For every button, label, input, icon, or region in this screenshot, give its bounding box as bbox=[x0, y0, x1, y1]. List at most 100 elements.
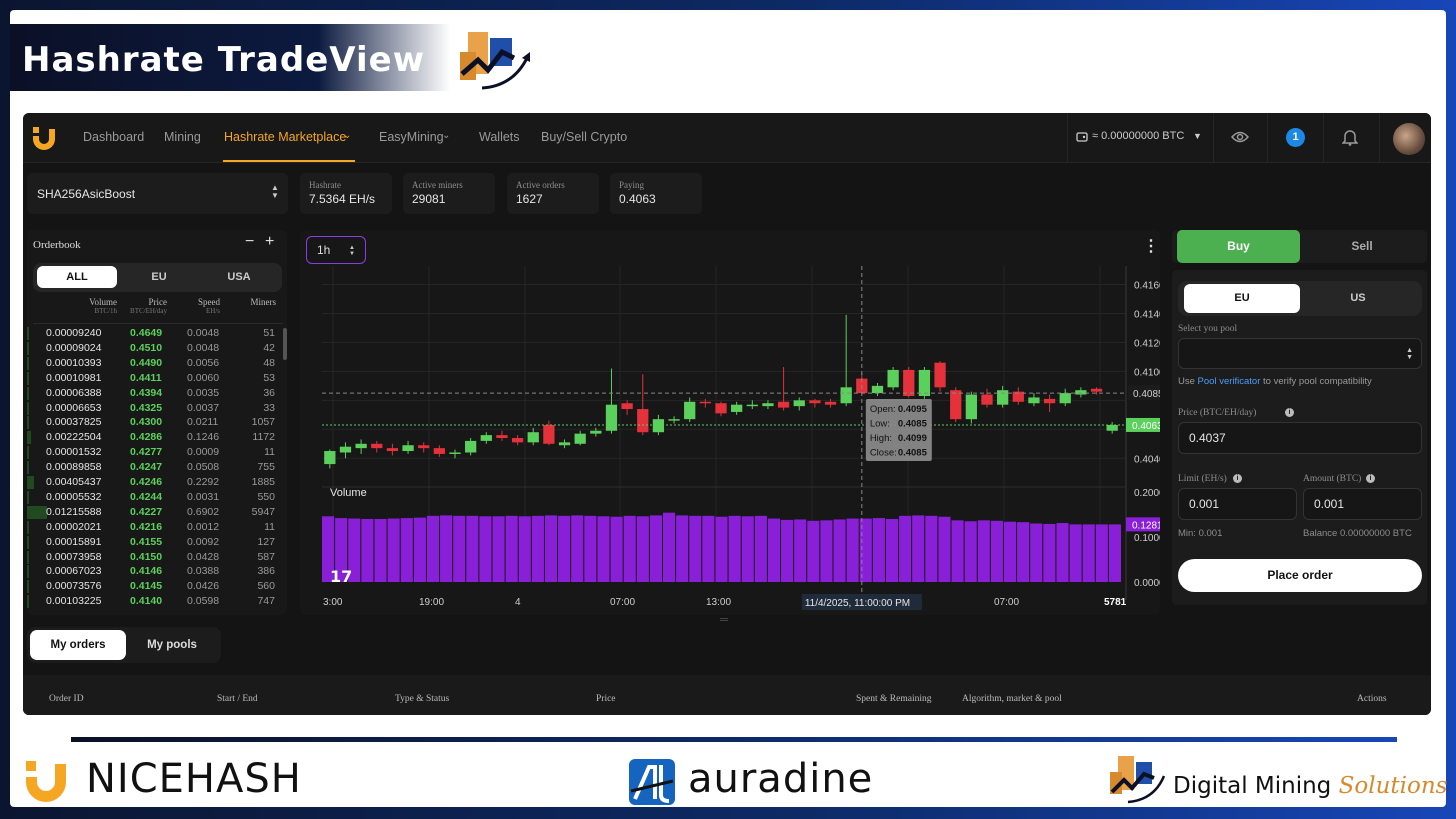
tab-eu[interactable]: EU bbox=[119, 266, 199, 288]
price-tick-label: 0.4100 bbox=[1134, 367, 1160, 378]
tab-all[interactable]: ALL bbox=[37, 266, 117, 288]
orderbook-row[interactable]: 0.00002021 0.4216 0.0012 11 bbox=[27, 520, 281, 535]
plus-icon[interactable]: + bbox=[265, 233, 274, 251]
time-tick-label: 19:00 bbox=[419, 597, 444, 608]
tab-my-orders[interactable]: My orders bbox=[30, 630, 126, 660]
volume-bar bbox=[951, 520, 964, 582]
scrollbar-thumb[interactable] bbox=[283, 328, 287, 360]
bell-icon[interactable] bbox=[1342, 128, 1358, 146]
orderbook-row[interactable]: 0.00010981 0.4411 0.0060 53 bbox=[27, 371, 281, 386]
buy-tab[interactable]: Buy bbox=[1177, 230, 1300, 263]
column-volume[interactable]: Volume BTC/1h bbox=[67, 297, 117, 315]
nav-hashrate-marketplace[interactable]: Hashrate Marketplace bbox=[224, 130, 346, 144]
nicehash-logo-icon[interactable] bbox=[31, 125, 57, 151]
nav-mining[interactable]: Mining bbox=[164, 130, 201, 144]
orderbook-row[interactable]: 0.00001532 0.4277 0.0009 11 bbox=[27, 445, 281, 460]
speed-cell: 0.0012 bbox=[187, 520, 220, 533]
volume-cell: 0.00067023 bbox=[46, 565, 102, 578]
price-cell: 0.4510 bbox=[130, 341, 163, 354]
volume-bar bbox=[964, 521, 977, 582]
limit-input[interactable]: 0.001 bbox=[1178, 488, 1297, 520]
stat-label: Hashrate bbox=[309, 180, 341, 190]
volume-cell: 0.00006388 bbox=[46, 386, 102, 399]
nav-buy-sell-crypto[interactable]: Buy/Sell Crypto bbox=[541, 130, 627, 144]
resize-handle[interactable] bbox=[720, 618, 728, 621]
candlestick-chart[interactable]: 0.4160 0.4140 0.4120 0.4100 0.4040 0.2000 0.10… bbox=[300, 230, 1160, 615]
volume-depth-bar bbox=[27, 386, 29, 400]
orderbook-row[interactable]: 0.01215588 0.4227 0.6902 5947 bbox=[27, 505, 281, 520]
avatar[interactable] bbox=[1393, 123, 1425, 155]
miners-cell: 11 bbox=[264, 520, 275, 533]
candle-body bbox=[762, 403, 774, 407]
volume-bar bbox=[794, 519, 807, 582]
nav-easymining[interactable]: EasyMining bbox=[379, 130, 444, 144]
orderbook-row[interactable]: 0.00073576 0.4145 0.0426 560 bbox=[27, 579, 281, 594]
column-speed[interactable]: Speed EH/s bbox=[177, 297, 220, 315]
speed-cell: 0.2292 bbox=[187, 476, 220, 488]
volume-bar bbox=[662, 512, 676, 582]
price-input[interactable]: 0.4037 bbox=[1178, 422, 1422, 454]
orderbook-row[interactable]: 0.00067023 0.4146 0.0388 386 bbox=[27, 564, 281, 579]
tab-usa[interactable]: USA bbox=[199, 266, 279, 288]
orders-table-header: Order ID Start / End Type & Status Price… bbox=[23, 675, 1431, 715]
minus-icon[interactable]: − bbox=[245, 233, 254, 251]
candle-body bbox=[684, 401, 696, 420]
orderbook-row[interactable]: 0.00103225 0.4140 0.0598 747 bbox=[27, 594, 281, 609]
volume-bar bbox=[754, 515, 767, 582]
column-price[interactable]: Price BTC/EH/day bbox=[117, 297, 167, 315]
volume-bar bbox=[1043, 523, 1056, 582]
volume-depth-bar bbox=[27, 565, 29, 579]
info-icon[interactable]: i bbox=[1366, 474, 1375, 483]
pool-select[interactable]: ▲ ▼ bbox=[1178, 338, 1422, 369]
orderbook-row[interactable]: 0.00405437 0.4246 0.2292 1885 bbox=[27, 475, 281, 490]
volume-bar bbox=[820, 520, 833, 582]
orderbook-row[interactable]: 0.00005532 0.4244 0.0031 550 bbox=[27, 490, 281, 505]
orderbook-title: Orderbook bbox=[33, 239, 81, 251]
nav-dashboard[interactable]: Dashboard bbox=[83, 130, 144, 144]
candle-body bbox=[465, 440, 477, 453]
candle-body bbox=[371, 443, 383, 449]
nav-wallets[interactable]: Wallets bbox=[479, 130, 520, 144]
orderbook-row[interactable]: 0.00089858 0.4247 0.0508 755 bbox=[27, 460, 281, 475]
candle-body bbox=[1075, 390, 1087, 395]
miners-cell: 51 bbox=[263, 327, 275, 339]
place-order-button[interactable]: Place order bbox=[1178, 559, 1422, 592]
tasks-count-badge[interactable]: 1 bbox=[1286, 128, 1305, 147]
sell-tab[interactable]: Sell bbox=[1302, 230, 1422, 263]
info-icon[interactable]: i bbox=[1233, 474, 1242, 483]
volume-cell: 0.00002021 bbox=[46, 520, 102, 533]
orderbook-row[interactable]: 0.00037825 0.4300 0.0211 1057 bbox=[27, 415, 281, 430]
orderbook-row[interactable]: 0.00222504 0.4286 0.1246 1172 bbox=[27, 430, 281, 445]
volume-bar bbox=[1069, 524, 1082, 582]
region-eu[interactable]: EU bbox=[1184, 284, 1300, 313]
volume-cell: 0.00010393 bbox=[46, 356, 102, 369]
orderbook-row[interactable]: 0.00009024 0.4510 0.0048 42 bbox=[27, 341, 281, 356]
candle-body bbox=[824, 401, 837, 405]
orderbook-row[interactable]: 0.00009240 0.4649 0.0048 51 bbox=[27, 326, 281, 341]
orderbook-row[interactable]: 0.00006653 0.4325 0.0037 33 bbox=[27, 401, 281, 416]
price-cell: 0.4649 bbox=[130, 327, 163, 339]
volume-bar bbox=[990, 520, 1003, 582]
speed-cell: 0.0037 bbox=[187, 401, 220, 414]
orderbook-row[interactable]: 0.00010393 0.4490 0.0056 48 bbox=[27, 356, 281, 371]
price-cell: 0.4150 bbox=[130, 550, 163, 563]
stat-hashrate: Hashrate 7.5364 EH/s bbox=[300, 173, 392, 214]
tab-my-pools[interactable]: My pools bbox=[126, 630, 218, 660]
info-icon[interactable]: i bbox=[1285, 408, 1294, 417]
orderbook-row[interactable]: 0.00015891 0.4155 0.0092 127 bbox=[27, 535, 281, 550]
eye-icon[interactable] bbox=[1231, 130, 1249, 144]
volume-bar bbox=[479, 516, 492, 582]
stat-label: Active miners bbox=[412, 180, 463, 190]
nicehash-wordmark: NICEHASH bbox=[86, 756, 302, 802]
candle-body bbox=[997, 390, 1009, 405]
region-us[interactable]: US bbox=[1300, 284, 1416, 313]
column-miners[interactable]: Miners bbox=[232, 297, 277, 307]
algorithm-select[interactable]: SHA256AsicBoost ▲ ▼ bbox=[27, 173, 288, 214]
amount-input[interactable]: 0.001 bbox=[1303, 488, 1422, 520]
stat-value: 0.4063 bbox=[619, 192, 656, 206]
pool-verificator-link[interactable]: Pool verificator bbox=[1198, 376, 1261, 387]
price-tick-label: 0.4120 bbox=[1134, 338, 1160, 349]
orderbook-row[interactable]: 0.00006388 0.4394 0.0035 36 bbox=[27, 386, 281, 401]
volume-depth-bar bbox=[27, 535, 29, 549]
orderbook-row[interactable]: 0.00073958 0.4150 0.0428 587 bbox=[27, 550, 281, 565]
